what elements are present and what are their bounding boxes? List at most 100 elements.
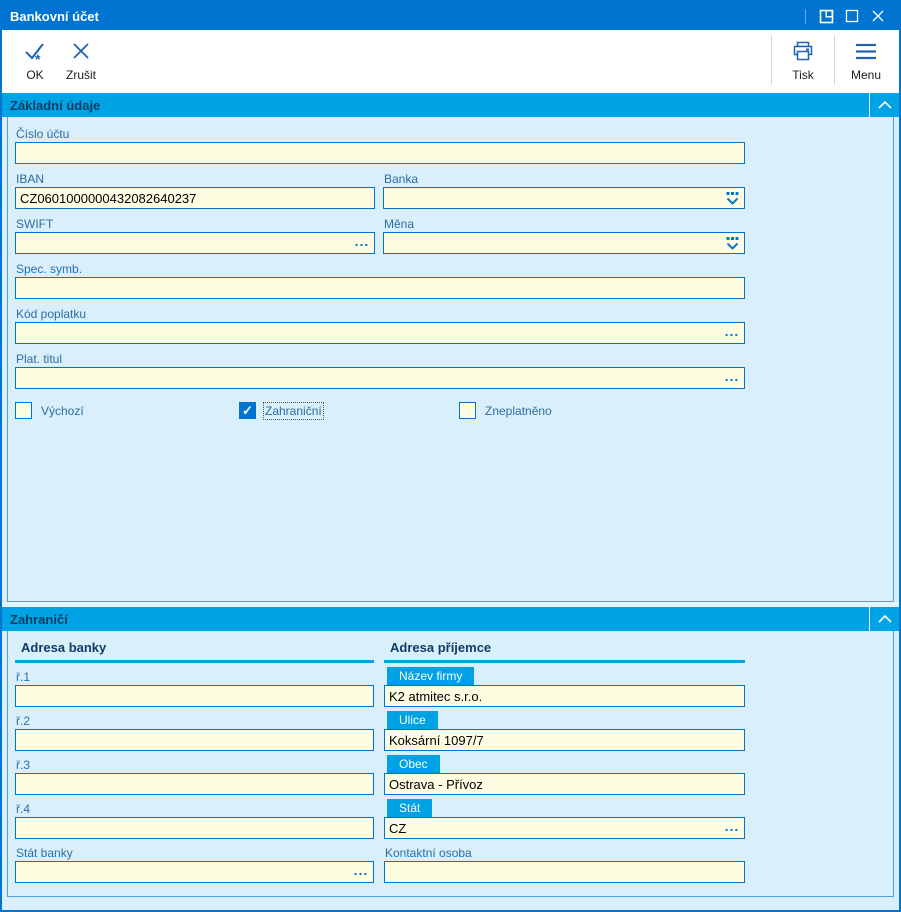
recipient-address-header: Adresa příjemce bbox=[390, 640, 745, 655]
city-input[interactable] bbox=[384, 773, 745, 795]
spec-symbol-group: Spec. symb. bbox=[15, 262, 745, 299]
checkbox-row: Výchozí Zahraniční Zneplatněno bbox=[15, 402, 745, 419]
ok-check-icon: * bbox=[22, 39, 48, 65]
iban-label: IBAN bbox=[16, 172, 375, 186]
checkbox-icon[interactable] bbox=[459, 402, 476, 419]
account-number-input[interactable] bbox=[15, 142, 745, 164]
toolbar-separator bbox=[834, 35, 835, 85]
swift-input[interactable] bbox=[15, 232, 375, 254]
fee-code-label: Kód poplatku bbox=[16, 307, 745, 321]
dock-window-button[interactable] bbox=[813, 4, 839, 28]
cancel-x-icon bbox=[68, 39, 94, 65]
bank-label: Banka bbox=[384, 172, 745, 186]
ellipsis-icon: ... bbox=[725, 373, 740, 384]
country-lookup-button[interactable]: ... bbox=[720, 818, 744, 838]
country-group: Stát ... bbox=[384, 799, 745, 839]
foreign-checkbox-label: Zahraniční bbox=[265, 404, 322, 418]
bank-address-header: Adresa banky bbox=[21, 640, 374, 655]
currency-input[interactable] bbox=[383, 232, 745, 254]
basic-section-body: Číslo účtu IBAN Banka bbox=[7, 117, 894, 602]
basic-section-title: Základní údaje bbox=[2, 98, 869, 113]
column-underline bbox=[15, 660, 374, 663]
bank-address-row-1: ř.1 bbox=[15, 667, 374, 707]
street-input[interactable] bbox=[384, 729, 745, 751]
default-checkbox[interactable]: Výchozí bbox=[15, 402, 239, 419]
ok-label: OK bbox=[26, 68, 43, 82]
contact-person-label: Kontaktní osoba bbox=[385, 846, 472, 860]
country-input[interactable] bbox=[384, 817, 745, 839]
swift-lookup-button[interactable]: ... bbox=[350, 233, 374, 253]
contact-person-group: Kontaktní osoba bbox=[384, 843, 745, 883]
bank-address-column: Adresa banky ř.1 ř.2 ř.3 ř.4 bbox=[15, 640, 374, 883]
street-group: Ulice bbox=[384, 711, 745, 751]
foreign-checkbox[interactable]: Zahraniční bbox=[239, 402, 459, 419]
line4-label: ř.4 bbox=[16, 802, 30, 816]
fee-code-lookup-button[interactable]: ... bbox=[720, 323, 744, 343]
ellipsis-icon: ... bbox=[725, 328, 740, 339]
line2-label: ř.2 bbox=[16, 714, 30, 728]
bank-country-input[interactable] bbox=[15, 861, 374, 883]
bank-country-lookup-button[interactable]: ... bbox=[349, 862, 373, 882]
city-group: Obec bbox=[384, 755, 745, 795]
printer-icon bbox=[790, 39, 816, 65]
spec-symbol-label: Spec. symb. bbox=[16, 262, 745, 276]
default-checkbox-label: Výchozí bbox=[41, 404, 84, 418]
iban-input[interactable] bbox=[15, 187, 375, 209]
currency-dropdown-button[interactable] bbox=[720, 233, 744, 253]
bank-country-group: Stát banky ... bbox=[15, 843, 374, 883]
ellipsis-icon: ... bbox=[354, 867, 369, 878]
bank-account-window: Bankovní účet * bbox=[0, 0, 901, 912]
contact-person-input[interactable] bbox=[384, 861, 745, 883]
bank-group: Banka bbox=[383, 172, 745, 209]
fee-code-input[interactable] bbox=[15, 322, 745, 344]
payment-title-lookup-button[interactable]: ... bbox=[720, 368, 744, 388]
company-name-badge: Název firmy bbox=[387, 667, 474, 685]
checkbox-icon[interactable] bbox=[15, 402, 32, 419]
combo-dropdown-icon bbox=[725, 236, 740, 251]
title-bar: Bankovní účet bbox=[2, 2, 899, 30]
bank-input[interactable] bbox=[383, 187, 745, 209]
foreign-section-collapse-button[interactable] bbox=[869, 607, 899, 631]
menu-button[interactable]: Menu bbox=[843, 30, 889, 90]
swift-label: SWIFT bbox=[16, 217, 375, 231]
checkbox-icon[interactable] bbox=[239, 402, 256, 419]
street-badge: Ulice bbox=[387, 711, 438, 729]
payment-title-input[interactable] bbox=[15, 367, 745, 389]
ok-button[interactable]: * OK bbox=[12, 30, 58, 90]
spec-symbol-input[interactable] bbox=[15, 277, 745, 299]
bank-address-row-3: ř.3 bbox=[15, 755, 374, 795]
city-badge: Obec bbox=[387, 755, 440, 773]
bank-line2-input[interactable] bbox=[15, 729, 374, 751]
column-underline bbox=[384, 660, 745, 663]
bank-dropdown-button[interactable] bbox=[720, 188, 744, 208]
basic-section-collapse-button[interactable] bbox=[869, 93, 899, 117]
company-name-group: Název firmy bbox=[384, 667, 745, 707]
maximize-button[interactable] bbox=[839, 4, 865, 28]
basic-section-header: Základní údaje bbox=[2, 93, 899, 117]
country-badge: Stát bbox=[387, 799, 432, 817]
foreign-section-body: Adresa banky ř.1 ř.2 ř.3 ř.4 bbox=[7, 631, 894, 897]
currency-label: Měna bbox=[384, 217, 745, 231]
window-controls bbox=[805, 4, 899, 28]
bank-line3-input[interactable] bbox=[15, 773, 374, 795]
currency-group: Měna bbox=[383, 217, 745, 254]
bank-address-row-2: ř.2 bbox=[15, 711, 374, 751]
invalidated-checkbox-label: Zneplatněno bbox=[485, 404, 552, 418]
close-button[interactable] bbox=[865, 4, 891, 28]
foreign-section-title: Zahraničí bbox=[2, 612, 869, 627]
bank-line1-input[interactable] bbox=[15, 685, 374, 707]
account-number-label: Číslo účtu bbox=[16, 127, 745, 141]
line3-label: ř.3 bbox=[16, 758, 30, 772]
payment-title-group: Plat. titul ... bbox=[15, 352, 745, 389]
toolbar-spacer bbox=[104, 30, 763, 90]
bank-line4-input[interactable] bbox=[15, 817, 374, 839]
iban-group: IBAN bbox=[15, 172, 375, 209]
invalidated-checkbox[interactable]: Zneplatněno bbox=[459, 402, 552, 419]
ellipsis-icon: ... bbox=[355, 238, 370, 249]
toolbar-separator bbox=[771, 35, 772, 85]
maximize-icon bbox=[845, 9, 859, 23]
cancel-button[interactable]: Zrušit bbox=[58, 30, 104, 90]
ellipsis-icon: ... bbox=[725, 823, 740, 834]
company-name-input[interactable] bbox=[384, 685, 745, 707]
print-button[interactable]: Tisk bbox=[780, 30, 826, 90]
